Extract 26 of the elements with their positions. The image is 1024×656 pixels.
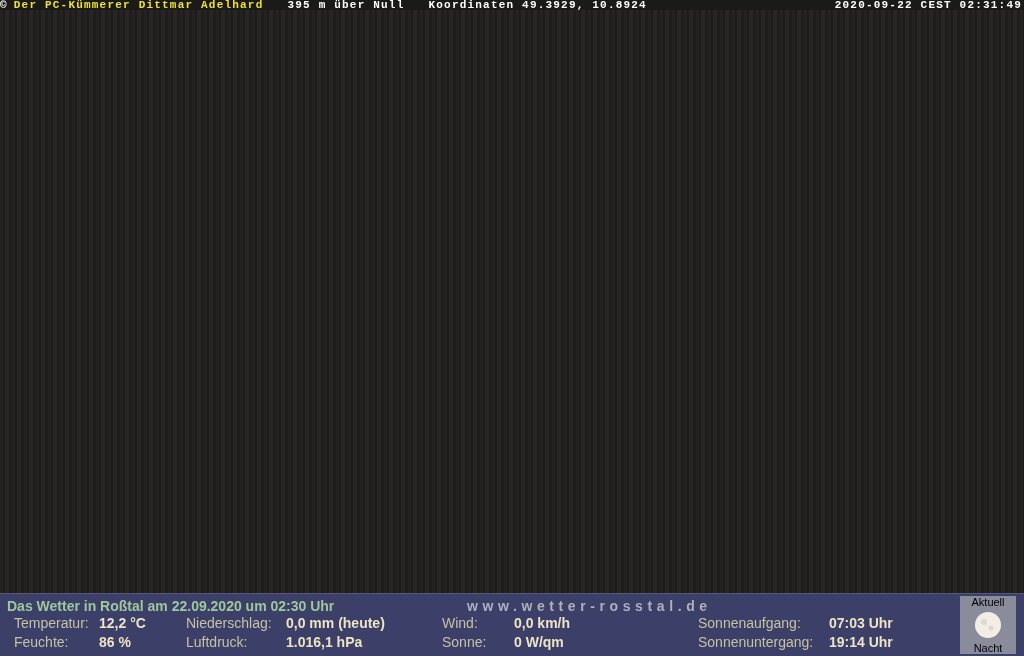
weather-value: 12,2 °C: [99, 615, 147, 633]
weather-value: 0,0 km/h: [514, 615, 572, 633]
website-url: www.wetter-rosstal.de: [467, 598, 712, 614]
weather-label: Temperatur:: [14, 615, 90, 633]
weather-label: Feuchte:: [14, 634, 70, 652]
header-text: Der PC-Kümmerer Dittmar Adelhard: [13, 0, 264, 10]
weather-label: Sonnenaufgang:: [698, 615, 802, 633]
weather-title: Das Wetter in Roßtal am 22.09.2020 um 02:30 Uhr: [7, 598, 336, 614]
header-text: 395 m über Null: [287, 0, 405, 10]
weather-value: 1.016,1 hPa: [286, 634, 364, 652]
full-moon-icon: [974, 611, 1002, 639]
weather-value: 19:14 Uhr: [829, 634, 894, 652]
weather-label: Sonne:: [442, 634, 488, 652]
copyright-sign: ©: [0, 0, 8, 10]
weather-label: Sonnenuntergang:: [698, 634, 815, 652]
moon-caption: Aktuell: [971, 596, 1005, 608]
timestamp: 2020-09-22 CEST 02:31:49: [834, 0, 1022, 10]
moon-caption: Nacht: [973, 642, 1003, 654]
header-text: Koordinaten 49.3929, 10.8924: [428, 0, 647, 10]
weather-value: 86 %: [99, 634, 132, 652]
weather-label: Niederschlag:: [186, 615, 273, 633]
weather-value: 0,0 mm (heute): [286, 615, 386, 633]
weather-label: Wind:: [442, 615, 479, 633]
weather-value: 0 W/qm: [514, 634, 565, 652]
weather-label: Luftdruck:: [186, 634, 249, 652]
weather-value: 07:03 Uhr: [829, 615, 894, 633]
